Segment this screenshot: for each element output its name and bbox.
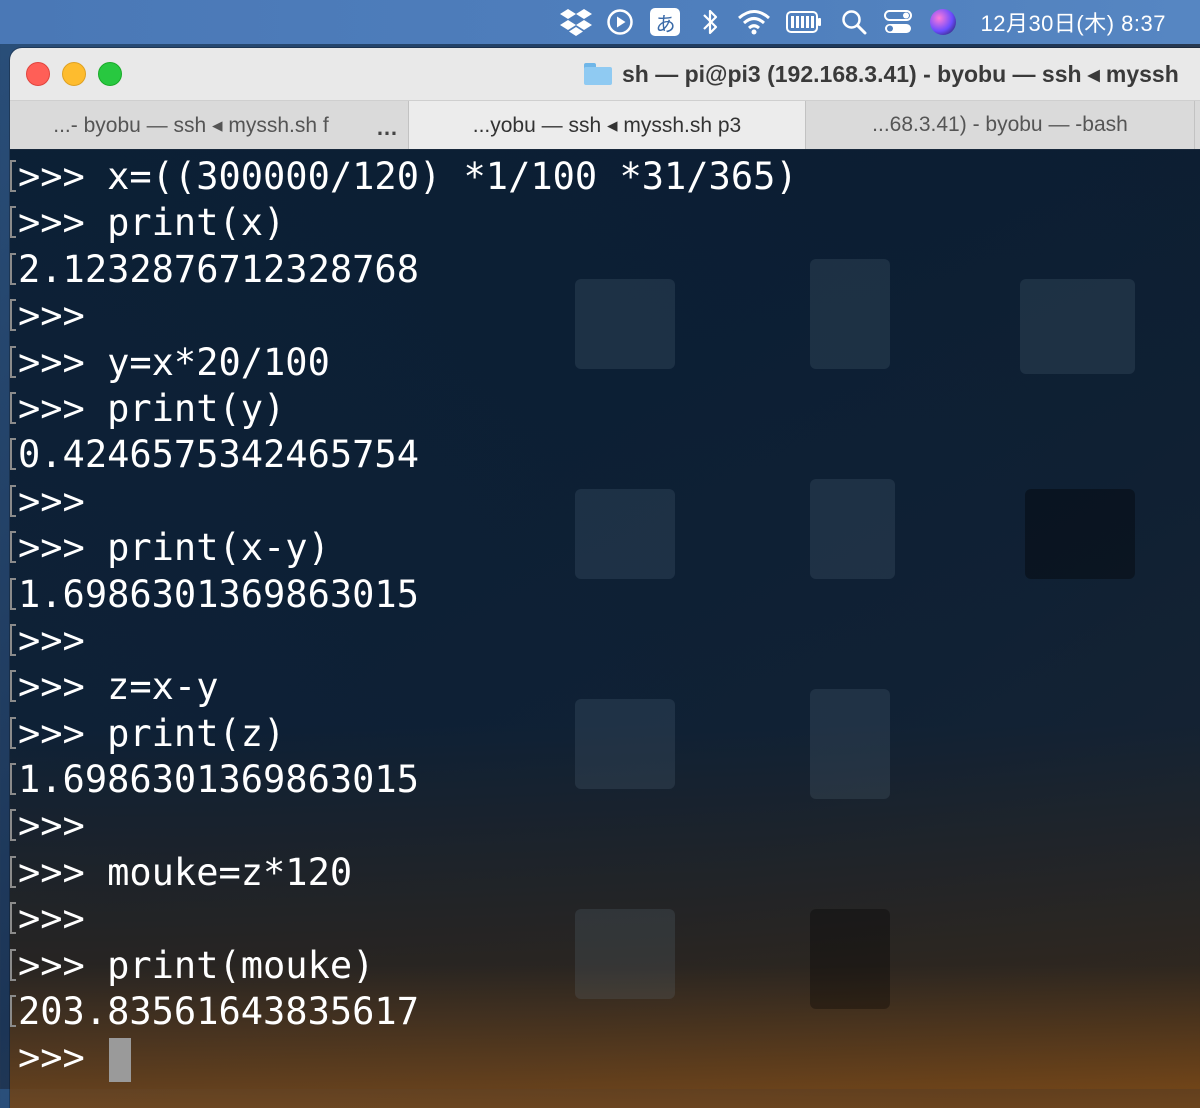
terminal-line: >>> mouke=z*120 [10, 850, 798, 896]
line-bracket-mark [10, 716, 16, 749]
terminal-output[interactable]: >>> x=((300000/120) *1/100 *31/365) >>> p… [10, 149, 1200, 1108]
line-bracket-mark [10, 531, 16, 564]
tab-3-label: ...68.3.41) - byobu — -bash [872, 113, 1128, 136]
desktop-ghost-icon [1025, 489, 1135, 579]
terminal-prompt-line[interactable]: >>> [18, 1035, 798, 1082]
line-bracket-mark [10, 438, 16, 471]
terminal-line-text: >>> x=((300000/120) *1/100 *31/365) [18, 155, 798, 198]
tab-3[interactable]: ...68.3.41) - byobu — -bash [806, 101, 1195, 149]
line-bracket-mark [10, 391, 16, 424]
desktop-ghost-icon [810, 259, 890, 369]
terminal-line-text: >>> print(z) [18, 711, 286, 755]
terminal-line-text: >>> [18, 618, 85, 662]
siri-icon[interactable] [930, 9, 957, 35]
terminal-line-text: >>> print(x-y) [18, 526, 330, 570]
terminal-line: >>> print(x) [10, 200, 798, 246]
maximize-window-button[interactable] [98, 62, 122, 86]
bluetooth-icon[interactable] [688, 0, 732, 44]
terminal-line: 1.6986301369863015 [10, 572, 798, 618]
battery-icon[interactable] [776, 0, 832, 44]
line-bracket-mark [10, 345, 16, 378]
line-bracket-mark [10, 623, 16, 656]
terminal-line-text: >>> mouke=z*120 [18, 850, 353, 894]
tab-bar: ...- byobu — ssh ◂ myssh.sh f … ...yobu … [10, 101, 1200, 150]
window-title-text: sh — pi@pi3 (192.168.3.41) - byobu — ssh… [622, 60, 1179, 87]
terminal-line: 0.4246575342465754 [10, 432, 798, 478]
terminal-line-text: >>> y=x*20/100 [18, 340, 330, 384]
text-cursor [109, 1037, 132, 1082]
terminal-line-text: >>> print(x) [18, 201, 286, 245]
line-bracket-mark [10, 299, 16, 332]
line-bracket-mark [10, 948, 16, 981]
terminal-line: >>> [10, 479, 798, 525]
terminal-lines: >>> x=((300000/120) *1/100 *31/365) >>> p… [10, 154, 798, 1082]
line-bracket-mark [10, 577, 16, 610]
line-bracket-mark [10, 160, 16, 192]
terminal-line-text: 1.6986301369863015 [18, 572, 419, 616]
tab-1-label: ...- byobu — ssh ◂ myssh.sh f [53, 113, 329, 137]
line-bracket-mark [10, 763, 16, 796]
terminal-window: sh — pi@pi3 (192.168.3.41) - byobu — ssh… [10, 48, 1200, 1108]
menubar-clock[interactable]: 12月30日(木) 8:37 [980, 6, 1166, 38]
tab-2-label: ...yobu — ssh ◂ myssh.sh p3 [472, 113, 742, 137]
terminal-line-text: 0.4246575342465754 [18, 433, 419, 477]
desktop-ghost-icon [810, 479, 895, 579]
line-bracket-mark [10, 995, 16, 1028]
terminal-line: >>> [10, 803, 798, 849]
terminal-line: >>> z=x-y [10, 664, 798, 710]
terminal-line-text: >>> print(mouke) [18, 943, 375, 987]
terminal-line: >>> print(y) [10, 386, 798, 432]
line-bracket-mark [10, 484, 16, 517]
terminal-line-text: >>> print(y) [18, 386, 286, 430]
terminal-line: >>> x=((300000/120) *1/100 *31/365) [10, 154, 798, 200]
line-bracket-mark [10, 902, 16, 935]
terminal-line: 2.1232876712328768 [10, 247, 798, 293]
desktop-ghost-icon [810, 909, 890, 1009]
terminal-line-text: 203.83561643835617 [18, 990, 419, 1034]
terminal-line-text: 2.1232876712328768 [18, 247, 419, 291]
title-bar[interactable]: sh — pi@pi3 (192.168.3.41) - byobu — ssh… [10, 48, 1200, 101]
terminal-line: 1.6986301369863015 [10, 757, 798, 803]
terminal-line-text: >>> [18, 804, 85, 848]
search-icon[interactable] [832, 0, 876, 44]
tab-2[interactable]: ...yobu — ssh ◂ myssh.sh p3 [409, 101, 806, 149]
ime-icon[interactable]: あ [650, 8, 681, 36]
wifi-icon[interactable] [732, 0, 776, 44]
line-bracket-mark [10, 206, 16, 239]
close-window-button[interactable] [26, 62, 50, 86]
tab-1[interactable]: ...- byobu — ssh ◂ myssh.sh f … [10, 101, 409, 149]
line-bracket-mark [10, 809, 16, 842]
line-bracket-mark [10, 855, 16, 888]
desktop-ghost-icon [810, 689, 890, 799]
window-title: sh — pi@pi3 (192.168.3.41) - byobu — ssh… [584, 56, 1179, 92]
line-bracket-mark [10, 670, 16, 703]
terminal-line-text: 1.6986301369863015 [18, 758, 419, 802]
terminal-line: >>> print(x-y) [10, 525, 798, 571]
terminal-line-text: >>> [18, 897, 85, 941]
terminal-prompt: >>> [18, 1036, 108, 1080]
more-dots-icon[interactable]: … [376, 115, 398, 141]
terminal-line: 203.83561643835617 [10, 989, 798, 1035]
terminal-line-text: >>> [18, 294, 85, 338]
desktop-ghost-icon [1020, 279, 1135, 374]
terminal-line: >>> print(mouke) [10, 943, 798, 989]
terminal-line: >>> [10, 896, 798, 942]
control-center-icon[interactable] [876, 0, 920, 44]
terminal-line: >>> [10, 293, 798, 339]
minimize-window-button[interactable] [62, 62, 86, 86]
dropbox-icon[interactable] [554, 0, 598, 44]
line-bracket-mark [10, 252, 16, 285]
menu-bar: あ 12月30日(木) 8:37 [0, 0, 1200, 44]
terminal-line-text: >>> [18, 479, 85, 523]
folder-icon [584, 63, 612, 85]
terminal-line: >>> print(z) [10, 711, 798, 757]
terminal-line: >>> [10, 618, 798, 664]
terminal-line-text: >>> z=x-y [18, 665, 219, 709]
terminal-line: >>> y=x*20/100 [10, 340, 798, 386]
play-icon[interactable] [598, 0, 642, 44]
